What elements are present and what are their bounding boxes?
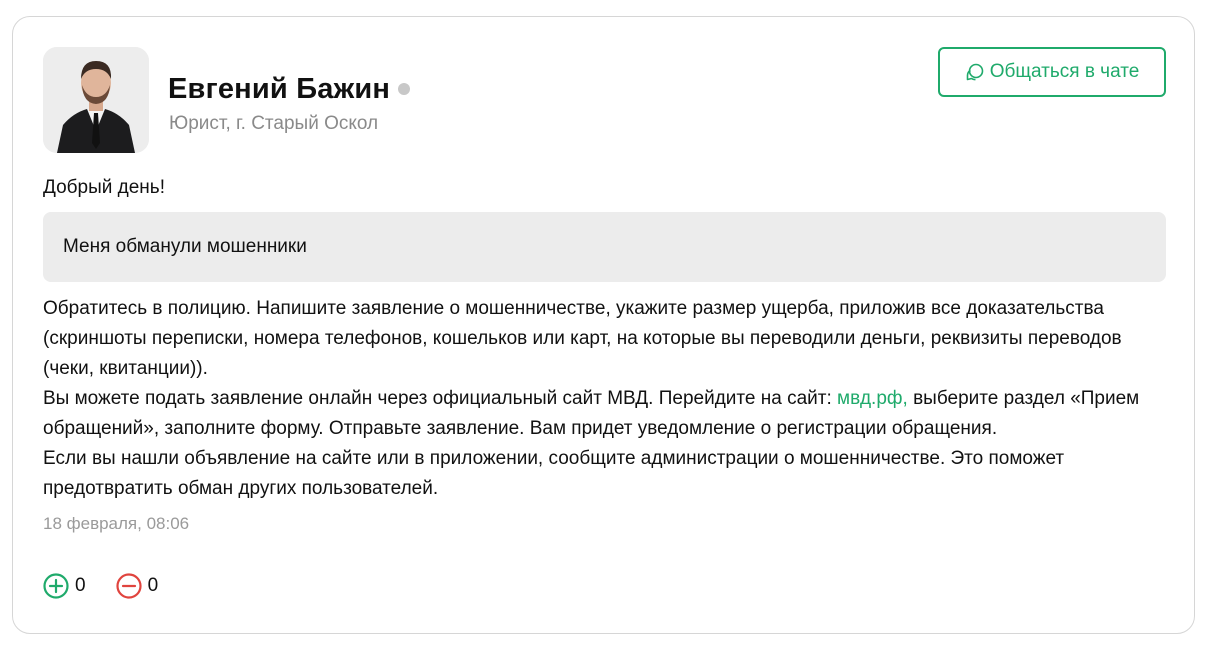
answer-body: Обратитесь в полицию. Напишите заявление… [43,294,1168,504]
chat-button[interactable]: Общаться в чате [938,47,1166,97]
upvote-count: 0 [75,575,86,596]
chat-bubble-icon [966,63,984,81]
online-status-dot [398,83,410,95]
answer-paragraph: Если вы нашли объявление на сайте или в … [43,448,1065,499]
downvote-button[interactable]: 0 [115,573,159,599]
avatar-photo [43,47,149,153]
avatar[interactable] [43,47,149,153]
answer-paragraph: Обратитесь в полицию. Напишите заявление… [43,298,1122,379]
plus-circle-icon [43,573,69,599]
question-quote: Меня обманули мошенники [43,212,1166,282]
minus-circle-icon [115,573,142,599]
answer-card: Евгений Бажин Юрист, г. Старый Оскол Общ… [12,16,1195,634]
author-name[interactable]: Евгений Бажин [168,73,390,106]
vote-controls: 0 0 [43,573,158,599]
question-text: Меня обманули мошенники [63,236,307,257]
author-subtitle: Юрист, г. Старый Оскол [169,113,379,134]
upvote-button[interactable]: 0 [43,573,86,599]
answer-paragraph: Вы можете подать заявление онлайн через … [43,384,1168,444]
greeting-text: Добрый день! [43,177,165,198]
downvote-count: 0 [147,575,159,596]
mvd-link[interactable]: мвд.рф, [837,388,908,409]
answer-text: Вы можете подать заявление онлайн через … [43,388,838,409]
timestamp: 18 февраля, 08:06 [43,514,190,533]
chat-button-label: Общаться в чате [989,61,1140,82]
